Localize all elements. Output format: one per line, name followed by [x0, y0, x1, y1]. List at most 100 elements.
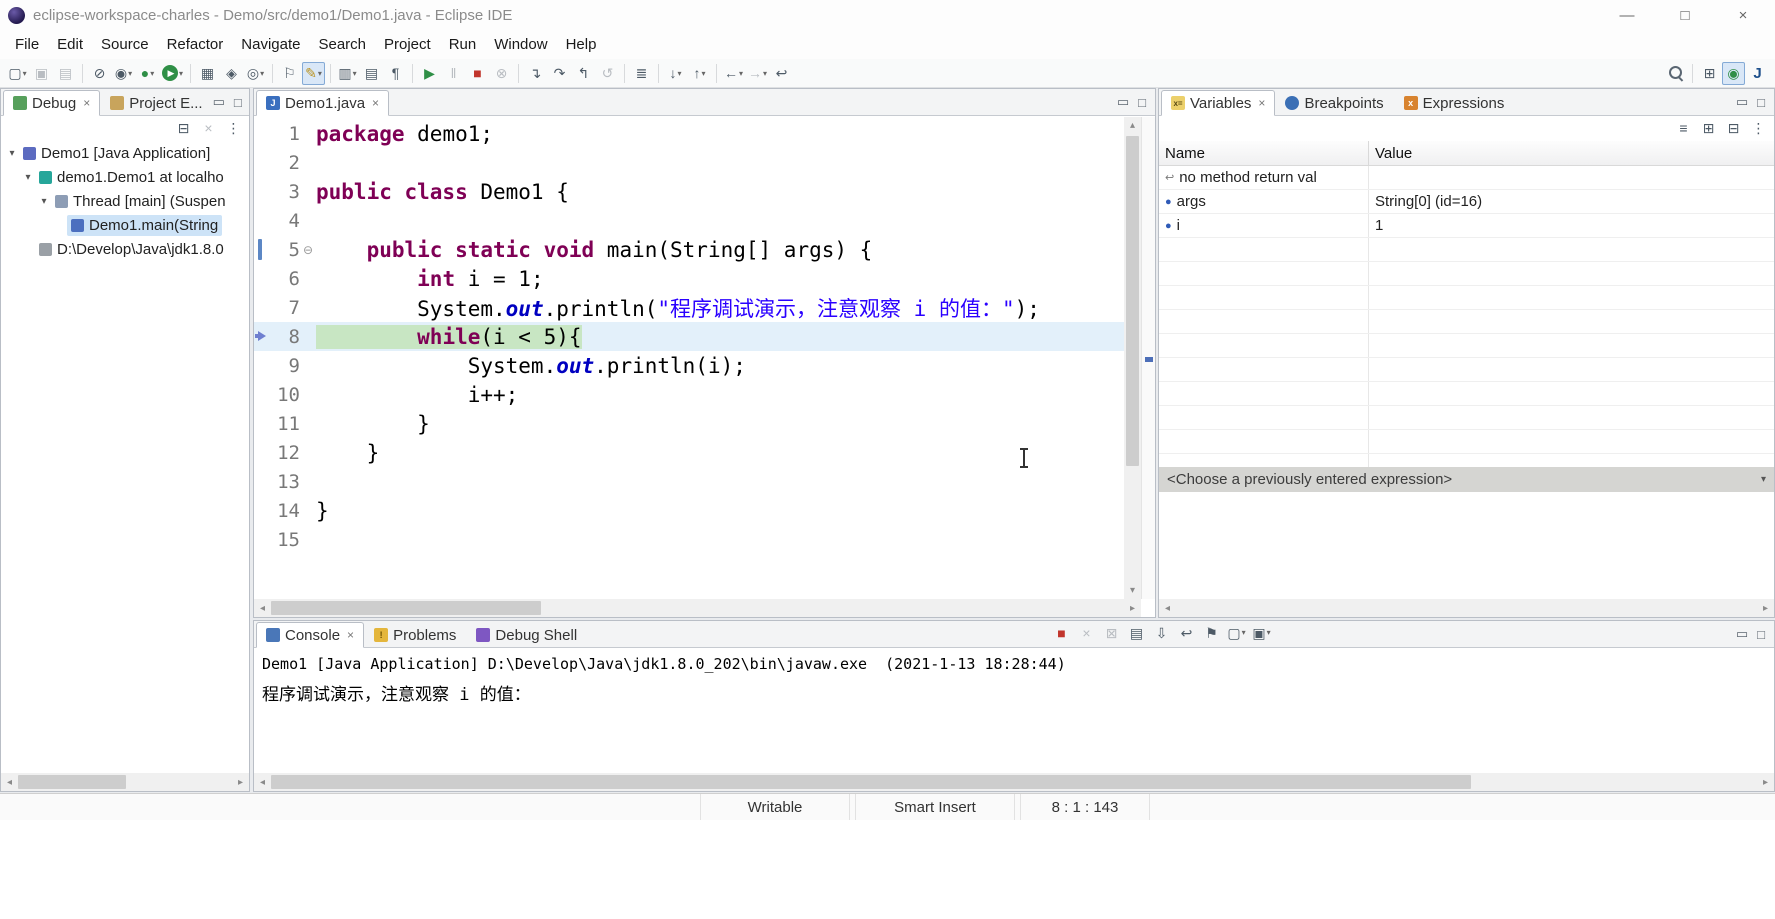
- tab-problems[interactable]: Problems: [364, 622, 466, 648]
- console-output-area[interactable]: Demo1 [Java Application] D:\Develop\Java…: [254, 649, 1774, 773]
- debug-view-hscrollbar[interactable]: ◂ ▸: [1, 773, 249, 791]
- new-java-project-icon[interactable]: ▦: [196, 62, 219, 85]
- show-whitespace-icon[interactable]: ¶: [384, 62, 407, 85]
- code-line-3[interactable]: 3 public class Demo1 {: [254, 177, 1124, 206]
- annotation-ruler[interactable]: [254, 438, 268, 467]
- menu-help[interactable]: Help: [557, 32, 606, 57]
- code-line-1[interactable]: 1 package demo1;: [254, 119, 1124, 148]
- external-tools-icon[interactable]: ◎ ▾: [244, 62, 267, 85]
- annotation-ruler[interactable]: [254, 293, 268, 322]
- remove-terminated-icon[interactable]: ×: [197, 117, 220, 140]
- next-annotation-icon[interactable]: ↓ ▾: [664, 62, 687, 85]
- chevron-down-icon[interactable]: ▾: [1761, 474, 1766, 485]
- variable-detail-pane[interactable]: [1159, 492, 1774, 599]
- open-console-toolbar-icon[interactable]: ▤: [360, 62, 383, 85]
- display-selected-console-icon[interactable]: ▢ ▾: [1225, 621, 1248, 644]
- tab-debug-shell[interactable]: Debug Shell: [466, 622, 587, 648]
- scroll-right-icon[interactable]: ▸: [1757, 600, 1774, 617]
- maximize-icon[interactable]: □: [1757, 95, 1765, 110]
- drop-to-frame-icon[interactable]: ↺: [596, 62, 619, 85]
- back-icon[interactable]: ← ▾: [722, 62, 745, 85]
- show-type-names-icon[interactable]: ≡: [1672, 117, 1695, 140]
- expander-icon[interactable]: ▾: [37, 196, 51, 207]
- remove-all-launches-icon[interactable]: ⊠: [1100, 621, 1123, 644]
- open-console-icon[interactable]: ▣ ▾: [1250, 621, 1273, 644]
- scroll-right-icon[interactable]: ▸: [1757, 774, 1774, 791]
- annotation-ruler[interactable]: [254, 264, 268, 293]
- annotation-ruler[interactable]: [254, 467, 268, 496]
- step-over-icon[interactable]: ↷: [548, 62, 571, 85]
- java-perspective-icon[interactable]: J: [1746, 62, 1769, 85]
- expander-icon[interactable]: ▾: [5, 148, 19, 159]
- close-tab-icon[interactable]: ×: [372, 96, 379, 110]
- annotation-ruler[interactable]: [254, 496, 268, 525]
- debug-tree-item[interactable]: ▾ Demo1 [Java Application]: [1, 141, 249, 165]
- code-line-13[interactable]: 13: [254, 467, 1124, 496]
- annotation-ruler[interactable]: [254, 380, 268, 409]
- scroll-right-icon[interactable]: ▸: [232, 774, 249, 791]
- menu-search[interactable]: Search: [309, 32, 375, 57]
- code-line-12[interactable]: 12 }: [254, 438, 1124, 467]
- menu-source[interactable]: Source: [92, 32, 158, 57]
- code-line-11[interactable]: 11 }: [254, 409, 1124, 438]
- code-line-5[interactable]: 5 ⊖ public static void main(String[] args…: [254, 235, 1124, 264]
- console-hscrollbar[interactable]: ◂ ▸: [254, 773, 1774, 791]
- debug-tree-item[interactable]: ▾ demo1.Demo1 at localho: [1, 165, 249, 189]
- column-header-value[interactable]: Value: [1369, 141, 1418, 165]
- variables-hscrollbar[interactable]: ◂ ▸: [1159, 599, 1774, 617]
- new-wizard-icon[interactable]: ▢ ▾: [6, 62, 29, 85]
- suspend-icon[interactable]: ‖: [442, 62, 465, 85]
- overview-ruler[interactable]: [1141, 117, 1155, 599]
- open-perspective-icon[interactable]: ⊞: [1698, 62, 1721, 85]
- tab-breakpoints[interactable]: Breakpoints: [1275, 90, 1393, 116]
- last-edit-location-icon[interactable]: ↩: [770, 62, 793, 85]
- expander-icon[interactable]: ▾: [21, 172, 35, 183]
- expression-bar[interactable]: <Choose a previously entered expression>…: [1159, 467, 1774, 492]
- code-line-10[interactable]: 10 i++;: [254, 380, 1124, 409]
- view-menu-icon[interactable]: ⋮: [222, 117, 245, 140]
- maximize-icon[interactable]: □: [1138, 95, 1146, 110]
- print-icon[interactable]: ▤: [54, 62, 77, 85]
- code-line-7[interactable]: 7 System.out.println("程序调试演示，注意观察 i 的值："…: [254, 293, 1124, 322]
- open-task-icon[interactable]: ⚐: [278, 62, 301, 85]
- minimize-icon[interactable]: ▭: [213, 94, 225, 110]
- scrollbar-thumb[interactable]: [18, 775, 126, 789]
- debug-last-launched-icon[interactable]: ● ▾: [136, 62, 159, 85]
- editor-hscrollbar[interactable]: ◂ ▸: [254, 599, 1141, 617]
- current-line-marker[interactable]: [1145, 357, 1153, 362]
- save-icon[interactable]: ▣: [30, 62, 53, 85]
- annotation-ruler[interactable]: [254, 351, 268, 380]
- word-wrap-icon[interactable]: ↩: [1175, 621, 1198, 644]
- fold-marker-icon[interactable]: ⊖: [300, 243, 316, 257]
- show-logical-structures-icon[interactable]: ⊞: [1697, 117, 1720, 140]
- step-return-icon[interactable]: ↰: [572, 62, 595, 85]
- previous-annotation-icon[interactable]: ↑ ▾: [688, 62, 711, 85]
- debug-tree-item[interactable]: ▾ Thread [main] (Suspen: [1, 189, 249, 213]
- minimize-icon[interactable]: ▭: [1117, 94, 1129, 110]
- collapse-all-icon[interactable]: ⊟: [172, 117, 195, 140]
- clear-console-icon[interactable]: ▤: [1125, 621, 1148, 644]
- code-line-8[interactable]: 8 while(i < 5){: [254, 322, 1124, 351]
- collapse-all-icon[interactable]: ⊟: [1722, 117, 1745, 140]
- view-menu-icon[interactable]: ⋮: [1747, 117, 1770, 140]
- tab-demo1-java[interactable]: Demo1.java ×: [256, 90, 390, 116]
- annotation-ruler[interactable]: [254, 148, 268, 177]
- minimize-window-icon[interactable]: —: [1617, 7, 1637, 24]
- minimize-icon[interactable]: ▭: [1736, 626, 1748, 642]
- debug-tree-item[interactable]: Demo1.main(String: [1, 213, 249, 237]
- scroll-up-icon[interactable]: ▴: [1124, 117, 1141, 134]
- menu-project[interactable]: Project: [375, 32, 440, 57]
- debug-perspective-icon[interactable]: ◉: [1722, 61, 1745, 85]
- code-editor[interactable]: 1 package demo1; 2 3 public class Demo1 {4 5 ⊖…: [254, 117, 1124, 599]
- scrollbar-thumb[interactable]: [1126, 136, 1139, 466]
- tab-debug[interactable]: Debug ×: [3, 90, 101, 116]
- scroll-down-icon[interactable]: ▾: [1124, 582, 1141, 599]
- forward-icon[interactable]: → ▾: [746, 62, 769, 85]
- scrollbar-thumb[interactable]: [271, 775, 1471, 789]
- maximize-window-icon[interactable]: □: [1675, 7, 1695, 24]
- step-into-icon[interactable]: ↴: [524, 62, 547, 85]
- column-header-name[interactable]: Name: [1159, 141, 1369, 165]
- close-tab-icon[interactable]: ×: [1258, 96, 1265, 110]
- scroll-lock-icon[interactable]: ⇩: [1150, 621, 1173, 644]
- code-line-2[interactable]: 2: [254, 148, 1124, 177]
